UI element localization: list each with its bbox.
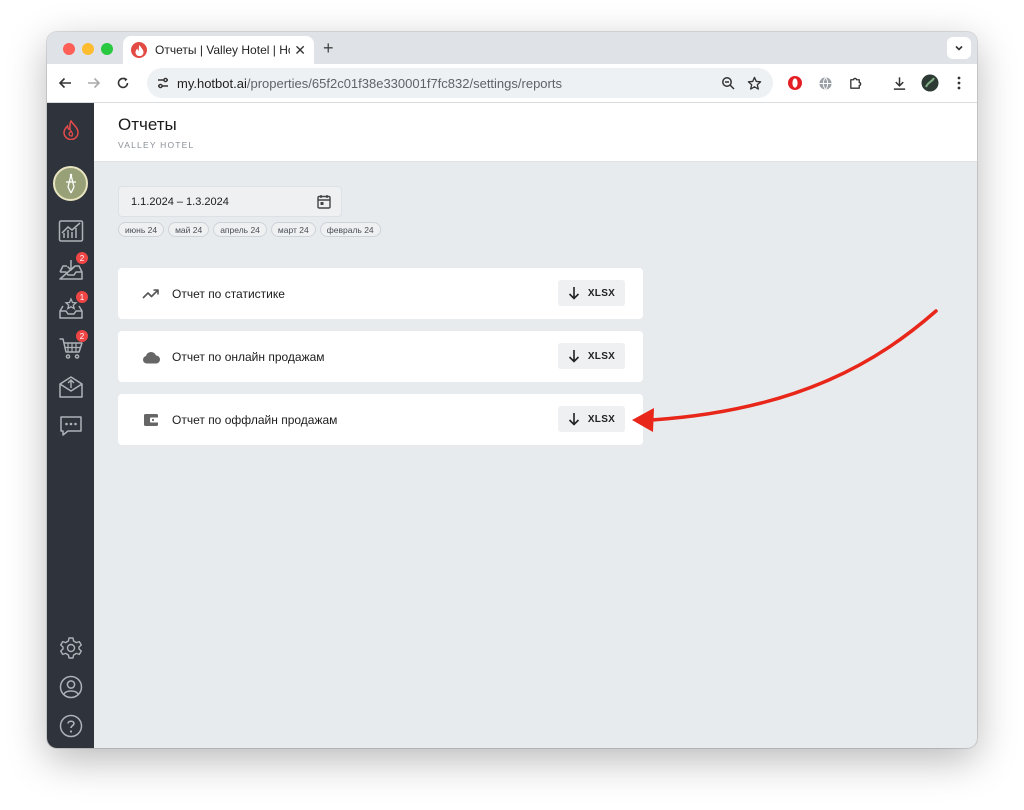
property-avatar[interactable] [53,166,88,201]
app-sidebar: 2 1 2 [47,103,94,748]
user-circle-icon [59,675,83,699]
url-host: my.hotbot.ai [177,75,247,91]
download-xlsx-button[interactable]: XLSX [558,406,625,432]
month-chip[interactable]: февраль 24 [319,222,381,237]
arrow-down-icon [568,287,579,300]
browser-tab[interactable]: Отчеты | Valley Hotel | Hotbot ✕ [123,36,314,64]
url-text: my.hotbot.ai/properties/65f2c01f38e33000… [177,76,562,91]
page-title: Отчеты [118,115,177,134]
date-range-picker[interactable]: 1.1.2024 – 1.3.2024 [118,186,342,217]
cart-badge: 2 [76,330,88,342]
month-chip[interactable]: апрель 24 [213,222,267,237]
sidebar-item-analytics[interactable] [56,216,86,246]
inbox-badge: 2 [76,252,88,264]
sidebar-item-cart[interactable]: 2 [56,330,88,363]
forward-button[interactable] [84,73,104,93]
profile-avatar-icon [921,74,939,92]
cloud-icon [142,348,160,366]
opera-extension-icon [788,76,802,90]
downloads-button[interactable] [889,73,909,93]
sidebar-item-help[interactable] [56,711,86,741]
gear-icon [60,637,82,659]
date-range-value: 1.1.2024 – 1.3.2024 [131,196,229,208]
tab-close-icon[interactable]: ✕ [294,42,306,59]
zoom-icon [722,77,735,90]
report-card-offline-sales: Отчет по оффлайн продажам XLSX [118,394,643,445]
download-icon [893,76,905,90]
reload-icon [117,77,129,89]
reviews-badge: 1 [76,291,88,303]
sidebar-item-inbox[interactable]: 2 [56,252,88,285]
sidebar-item-mailing[interactable] [56,372,86,402]
envelope-upload-icon [59,376,83,398]
tab-title: Отчеты | Valley Hotel | Hotbot [155,43,290,57]
month-chip[interactable]: март 24 [270,222,316,237]
star-icon [747,76,761,90]
tab-strip: Отчеты | Valley Hotel | Hotbot ✕ + [47,32,977,64]
maximize-window-button[interactable] [101,43,113,55]
arrow-left-icon [58,77,71,89]
report-card-online-sales: Отчет по онлайн продажам XLSX [118,331,643,382]
extension-globe-button[interactable] [815,73,835,93]
url-path: /properties/65f2c01f38e330001f7fc832/set… [246,75,562,91]
back-button[interactable] [55,73,75,93]
arrow-down-icon [568,413,579,426]
report-label: Отчет по онлайн продажам [172,350,325,364]
reload-button[interactable] [113,73,133,93]
month-chip[interactable]: май 24 [168,222,210,237]
extensions-button[interactable] [845,73,865,93]
xlsx-label: XLSX [587,350,616,362]
puzzle-icon [849,77,861,89]
profile-button[interactable] [920,73,940,93]
sidebar-item-chat[interactable] [56,411,86,441]
sidebar-item-profile[interactable] [56,672,86,702]
download-xlsx-button[interactable]: XLSX [558,343,625,369]
property-name: VALLEY HOTEL [118,140,195,150]
new-tab-button[interactable]: + [323,38,334,59]
page-header: Отчеты VALLEY HOTEL [94,103,977,162]
hotbot-logo-icon[interactable] [56,115,86,145]
minimize-window-button[interactable] [82,43,94,55]
address-bar[interactable]: my.hotbot.ai/properties/65f2c01f38e33000… [147,68,773,98]
sidebar-item-settings[interactable] [56,633,86,663]
globe-icon [818,76,832,90]
close-window-button[interactable] [63,43,75,55]
xlsx-label: XLSX [587,413,616,425]
hotbot-favicon-icon [131,42,147,58]
arrow-right-icon [88,77,101,89]
calendar-icon[interactable] [317,194,331,214]
zoom-button[interactable] [718,73,738,93]
month-chip[interactable]: июнь 24 [118,222,165,237]
arrow-down-icon [568,350,579,363]
chevron-down-icon [955,45,963,51]
bookmark-button[interactable] [744,73,764,93]
report-card-statistics: Отчет по статистике XLSX [118,268,643,319]
help-circle-icon [59,714,83,738]
xlsx-label: XLSX [587,287,616,299]
site-settings-icon[interactable] [155,75,171,96]
tab-search-button[interactable] [947,37,971,59]
download-xlsx-button[interactable]: XLSX [558,280,625,306]
chat-bubble-icon [60,416,82,436]
property-logo-icon [65,173,76,193]
sidebar-item-reviews[interactable]: 1 [56,291,88,324]
trending-up-icon [142,285,160,303]
more-vertical-icon [957,76,961,90]
browser-menu-button[interactable] [949,73,969,93]
browser-toolbar: my.hotbot.ai/properties/65f2c01f38e33000… [47,64,977,103]
extension-opera-button[interactable] [785,73,805,93]
analytics-chart-icon [58,220,84,242]
wallet-icon [142,411,160,429]
browser-window: Отчеты | Valley Hotel | Hotbot ✕ + my.ho… [47,32,977,748]
report-label: Отчет по статистике [172,287,285,301]
report-label: Отчет по оффлайн продажам [172,413,338,427]
month-chips: июнь 24 май 24 апрель 24 март 24 февраль… [118,222,381,237]
